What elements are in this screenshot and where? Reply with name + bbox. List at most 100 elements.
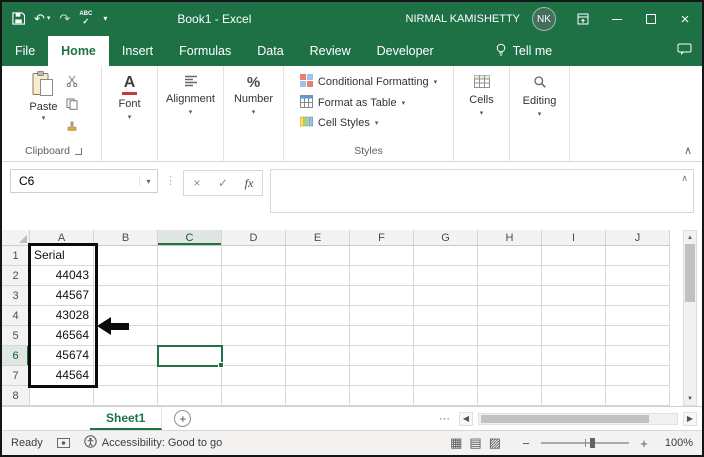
column-header-A[interactable]: A <box>30 230 94 246</box>
cell-H5[interactable] <box>478 326 542 346</box>
cell-B5[interactable] <box>94 326 158 346</box>
cell-J8[interactable] <box>606 386 670 406</box>
copy-icon[interactable] <box>66 97 78 115</box>
user-avatar[interactable]: NK <box>532 7 556 31</box>
zoom-in-icon[interactable]: + <box>638 436 650 451</box>
accessibility-status[interactable]: Accessibility: Good to go <box>84 435 222 451</box>
alignment-group-button[interactable]: Alignment ▾ <box>158 66 224 161</box>
cell-D4[interactable] <box>222 306 286 326</box>
cell-A1[interactable]: Serial <box>30 246 94 266</box>
cell-A5[interactable]: 46564 <box>30 326 94 346</box>
cell-F4[interactable] <box>350 306 414 326</box>
column-header-E[interactable]: E <box>286 230 350 246</box>
scroll-up-icon[interactable]: ▲ <box>684 231 696 244</box>
format-as-table-button[interactable]: Format as Table ▾ <box>300 95 405 111</box>
cell-B3[interactable] <box>94 286 158 306</box>
cell-H2[interactable] <box>478 266 542 286</box>
cell-C5[interactable] <box>158 326 222 346</box>
cell-G8[interactable] <box>414 386 478 406</box>
save-icon[interactable] <box>12 12 25 25</box>
cell-C3[interactable] <box>158 286 222 306</box>
normal-view-icon[interactable]: ▦ <box>450 435 462 451</box>
formula-bar-handle[interactable]: ⋮ <box>165 174 176 187</box>
tab-formulas[interactable]: Formulas <box>166 36 244 66</box>
cell-C2[interactable] <box>158 266 222 286</box>
cell-J5[interactable] <box>606 326 670 346</box>
cell-B4[interactable] <box>94 306 158 326</box>
cell-F2[interactable] <box>350 266 414 286</box>
redo-icon[interactable]: ↷ <box>59 12 70 25</box>
cell-D7[interactable] <box>222 366 286 386</box>
cell-I3[interactable] <box>542 286 606 306</box>
formula-input[interactable]: ∧ <box>270 169 694 213</box>
add-sheet-button[interactable]: + <box>174 410 191 427</box>
cell-I7[interactable] <box>542 366 606 386</box>
zoom-slider[interactable] <box>541 442 629 444</box>
collapse-ribbon-icon[interactable]: ∧ <box>684 144 692 157</box>
cell-E2[interactable] <box>286 266 350 286</box>
cell-B1[interactable] <box>94 246 158 266</box>
tab-insert[interactable]: Insert <box>109 36 166 66</box>
editing-group-button[interactable]: Editing ▾ <box>510 66 570 161</box>
cell-A7[interactable]: 44564 <box>30 366 94 386</box>
cell-H6[interactable] <box>478 346 542 366</box>
cell-J3[interactable] <box>606 286 670 306</box>
spelling-check-icon[interactable]: ABC✓ <box>79 11 92 26</box>
scroll-right-icon[interactable]: ▶ <box>683 412 697 426</box>
clipboard-dialog-launcher-icon[interactable] <box>75 148 82 155</box>
scroll-down-icon[interactable]: ▼ <box>684 392 696 405</box>
horizontal-scroll-thumb[interactable] <box>481 415 649 423</box>
cell-G1[interactable] <box>414 246 478 266</box>
cell-G5[interactable] <box>414 326 478 346</box>
ribbon-display-options-icon[interactable] <box>566 2 600 36</box>
cell-I6[interactable] <box>542 346 606 366</box>
column-header-D[interactable]: D <box>222 230 286 246</box>
cell-C7[interactable] <box>158 366 222 386</box>
cells-group-button[interactable]: Cells ▾ <box>454 66 510 161</box>
column-header-G[interactable]: G <box>414 230 478 246</box>
paste-button[interactable]: Paste ▾ <box>29 71 57 138</box>
close-button[interactable]: × <box>668 2 702 36</box>
customize-qat-icon[interactable]: ▾ <box>103 15 107 23</box>
confirm-entry-icon[interactable]: ✓ <box>210 176 236 190</box>
tab-review[interactable]: Review <box>297 36 364 66</box>
cell-G6[interactable] <box>414 346 478 366</box>
user-name[interactable]: NIRMAL KAMISHETTY <box>406 13 521 25</box>
cell-B8[interactable] <box>94 386 158 406</box>
expand-formula-bar-icon[interactable]: ∧ <box>681 173 688 184</box>
cell-D5[interactable] <box>222 326 286 346</box>
zoom-out-icon[interactable]: − <box>520 436 532 451</box>
column-header-F[interactable]: F <box>350 230 414 246</box>
cell-G7[interactable] <box>414 366 478 386</box>
select-all-corner[interactable] <box>2 230 30 246</box>
cell-J7[interactable] <box>606 366 670 386</box>
vertical-scrollbar[interactable]: ▲ ▼ <box>683 230 697 406</box>
cell-H1[interactable] <box>478 246 542 266</box>
cell-E4[interactable] <box>286 306 350 326</box>
row-header-3[interactable]: 3 <box>2 286 30 306</box>
cell-J4[interactable] <box>606 306 670 326</box>
horizontal-scrollbar[interactable] <box>478 413 678 425</box>
row-header-6[interactable]: 6 <box>2 346 30 366</box>
cell-A2[interactable]: 44043 <box>30 266 94 286</box>
cell-G2[interactable] <box>414 266 478 286</box>
tab-home[interactable]: Home <box>48 36 109 66</box>
row-header-2[interactable]: 2 <box>2 266 30 286</box>
cell-E7[interactable] <box>286 366 350 386</box>
cell-G3[interactable] <box>414 286 478 306</box>
scrollbar-resize-handle[interactable]: ⋯ <box>439 412 450 425</box>
tell-me-box[interactable]: Tell me <box>495 36 553 66</box>
page-break-view-icon[interactable]: ▨ <box>489 435 501 451</box>
conditional-formatting-button[interactable]: Conditional Formatting ▾ <box>300 74 437 90</box>
row-header-1[interactable]: 1 <box>2 246 30 266</box>
cell-D8[interactable] <box>222 386 286 406</box>
cell-H3[interactable] <box>478 286 542 306</box>
cell-I1[interactable] <box>542 246 606 266</box>
undo-dropdown-icon[interactable]: ▾ <box>47 15 51 22</box>
column-header-I[interactable]: I <box>542 230 606 246</box>
cell-E6[interactable] <box>286 346 350 366</box>
undo-icon[interactable]: ↶▾ <box>34 12 50 25</box>
macro-record-icon[interactable] <box>57 438 70 448</box>
cell-H4[interactable] <box>478 306 542 326</box>
cell-J2[interactable] <box>606 266 670 286</box>
